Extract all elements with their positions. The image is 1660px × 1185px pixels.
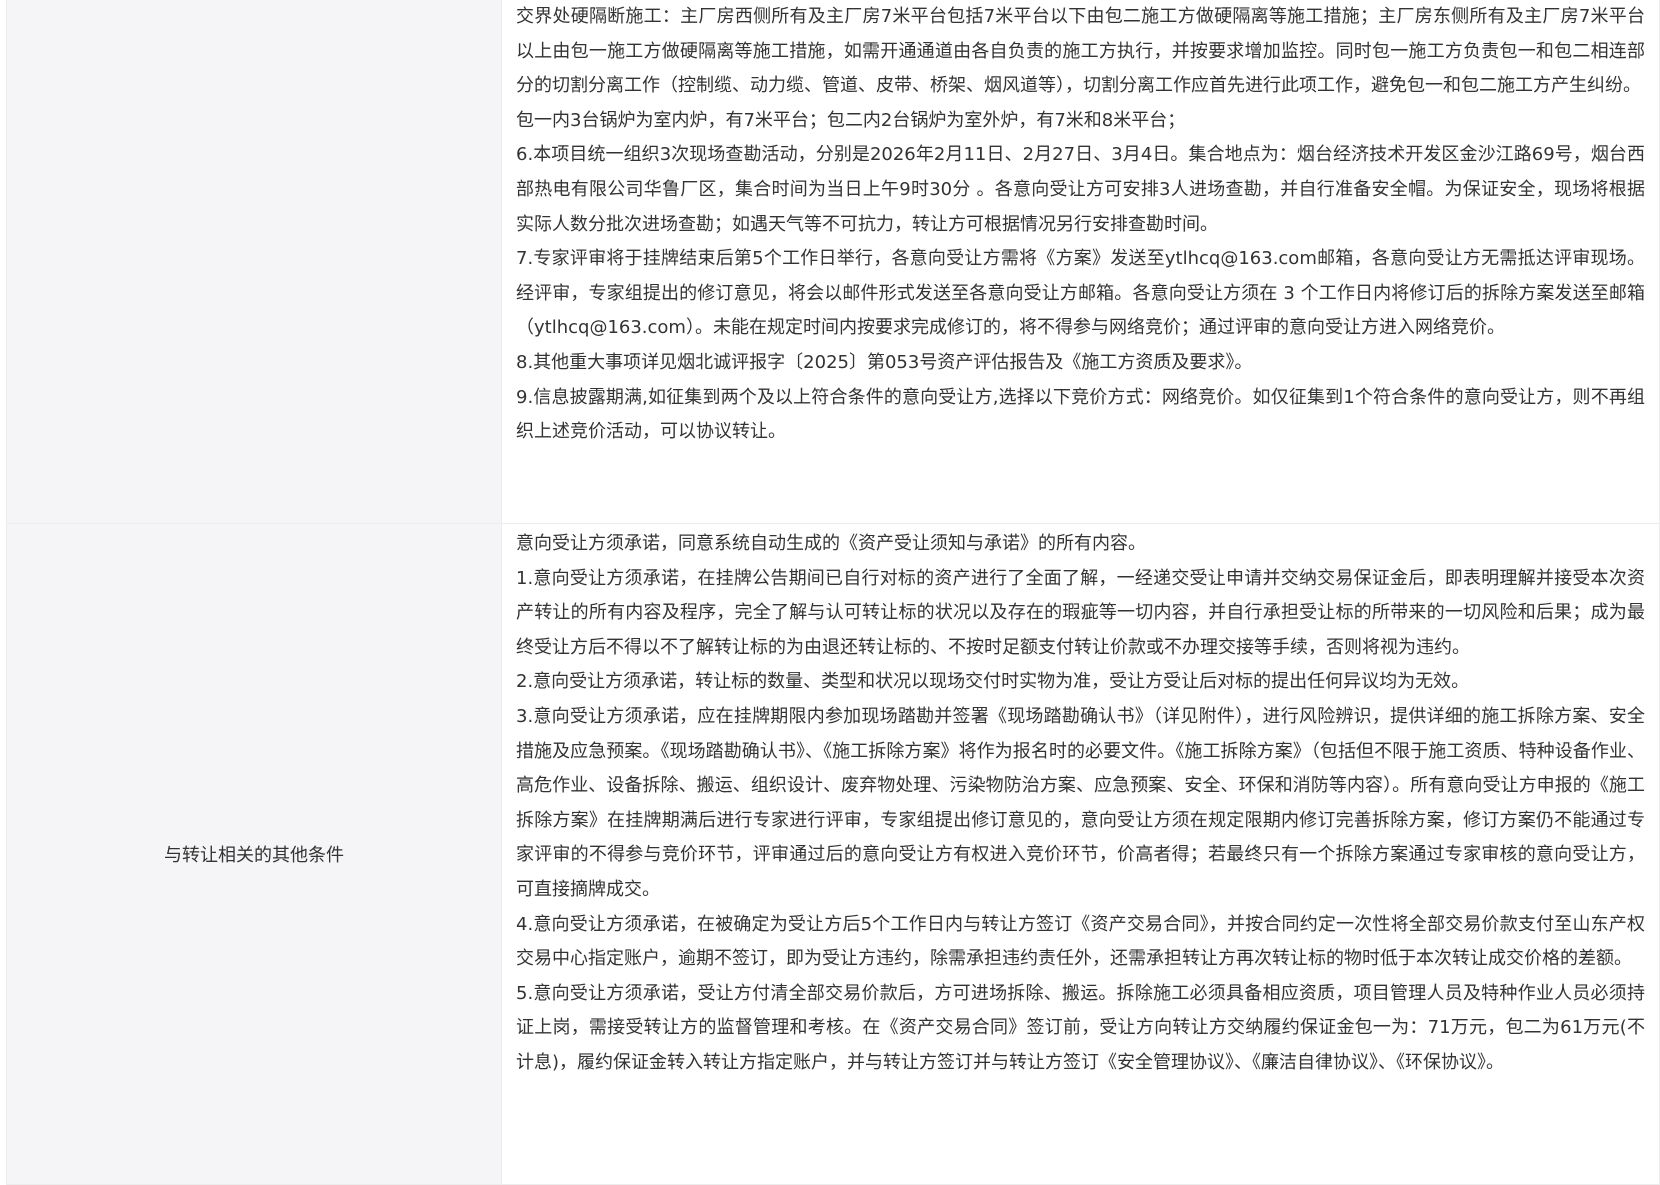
content-paragraph: 6.本项目统一组织3次现场查勘活动，分别是2026年2月11日、2月27日、3月…	[516, 144, 1645, 235]
content-paragraph: 9.信息披露期满,如征集到两个及以上符合条件的意向受让方,选择以下竞价方式：网络…	[516, 386, 1645, 443]
content-paragraph: 2.意向受让方须承诺，转让标的数量、类型和状况以现场交付时实物为准，受让方受让后…	[516, 671, 1470, 693]
content-paragraph: 交界处硬隔断施工：主厂房西侧所有及主厂房7米平台包括7米平台以下由包二施工方做硬…	[516, 6, 1645, 97]
content-paragraph: 3.意向受让方须承诺，应在挂牌期限内参加现场踏勘并签署《现场踏勘确认书》（详见附…	[516, 705, 1645, 900]
table-row: 与转让相关的其他条件 意向受让方须承诺，同意系统自动生成的《资产受让须知与承诺》…	[7, 524, 1659, 1185]
row-label: 与转让相关的其他条件	[7, 524, 502, 1184]
content-paragraph: 包一内3台锅炉为室内炉，有7米平台；包二内2台锅炉为室外炉，有7米和8米平台；	[516, 109, 1186, 131]
info-table: 交界处硬隔断施工：主厂房西侧所有及主厂房7米平台包括7米平台以下由包二施工方做硬…	[6, 0, 1660, 1185]
content-paragraph: 1.意向受让方须承诺，在挂牌公告期间已自行对标的资产进行了全面了解，一经递交受让…	[516, 567, 1645, 658]
row-content: 交界处硬隔断施工：主厂房西侧所有及主厂房7米平台包括7米平台以下由包二施工方做硬…	[502, 0, 1659, 523]
content-paragraph: 5.意向受让方须承诺，受让方付清全部交易价款后，方可进场拆除、搬运。拆除施工必须…	[516, 982, 1645, 1073]
table-row: 交界处硬隔断施工：主厂房西侧所有及主厂房7米平台包括7米平台以下由包二施工方做硬…	[7, 0, 1659, 524]
content-paragraph: 意向受让方须承诺，同意系统自动生成的《资产受让须知与承诺》的所有内容。	[516, 533, 1146, 554]
content-paragraph: 7.专家评审将于挂牌结束后第5个工作日举行，各意向受让方需将《方案》发送至ytl…	[516, 248, 1645, 339]
row-label	[7, 0, 502, 523]
content-paragraph: 8.其他重大事项详见烟北诚评报字〔2025〕第053号资产评估报告及《施工方资质…	[516, 351, 1253, 373]
content-paragraph: 4.意向受让方须承诺，在被确定为受让方后5个工作日内与转让方签订《资产交易合同》…	[516, 913, 1645, 970]
row-content: 意向受让方须承诺，同意系统自动生成的《资产受让须知与承诺》的所有内容。 1.意向…	[502, 524, 1659, 1184]
